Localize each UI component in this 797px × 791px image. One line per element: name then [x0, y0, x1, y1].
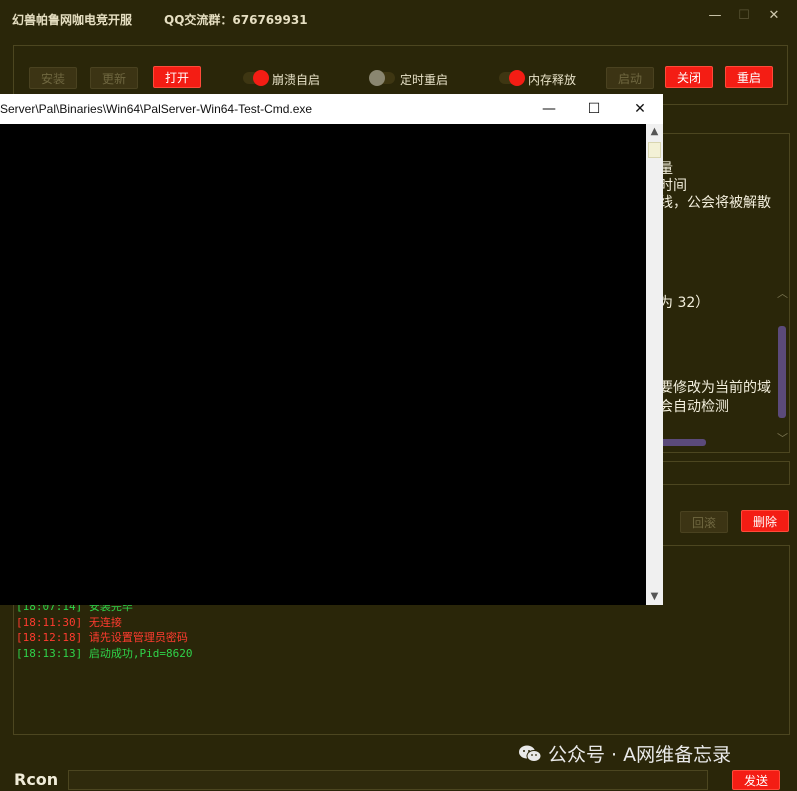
chevron-up-icon[interactable]: ︿ [777, 285, 788, 301]
close-window-button[interactable]: ✕ [767, 9, 781, 23]
log-time: [18:11:30] [16, 616, 83, 629]
rollback-button[interactable]: 回滚 [680, 511, 728, 533]
open-button[interactable]: 打开 [153, 66, 201, 88]
text-area-hscrollbar[interactable] [660, 439, 706, 446]
log-line: [18:12:18] 请先设置管理员密码 [16, 629, 188, 645]
watermark-text: 公众号 · A网维备忘录 [548, 744, 732, 766]
update-button[interactable]: 更新 [90, 67, 138, 89]
rcon-input[interactable] [68, 770, 708, 790]
text-line: 线，公会将被解散 [659, 195, 771, 211]
text-line: 要修改为当前的域 [659, 380, 771, 396]
app-title: 幻兽帕鲁网咖电竞开服 [12, 13, 133, 27]
qq-group-label: QQ交流群：676769931 [164, 13, 308, 27]
log-text: 启动成功,Pid=8620 [88, 647, 193, 660]
toggle-knob [509, 70, 525, 86]
log-time: [18:12:18] [16, 631, 83, 644]
start-button[interactable]: 启动 [606, 67, 654, 89]
console-scroll-thumb[interactable] [648, 142, 661, 158]
log-time: [18:13:13] [16, 647, 83, 660]
console-close-button[interactable]: ✕ [625, 98, 655, 120]
console-scrollbar[interactable]: ▲ ▼ [646, 124, 663, 605]
install-button[interactable]: 安装 [29, 67, 77, 89]
console-minimize-button[interactable]: — [534, 98, 564, 120]
close-server-button[interactable]: 关闭 [665, 66, 713, 88]
crash-restart-label: 崩溃自启 [272, 73, 321, 87]
text-line: 会自动检测 [659, 399, 729, 415]
console-window[interactable]: Server\Pal\Binaries\Win64\PalServer-Win6… [0, 94, 663, 605]
maximize-button[interactable]: ☐ [737, 9, 751, 23]
settings-text-area[interactable]: 量 时间 线，公会将被解散 为 32） 要修改为当前的域 会自动检测 [645, 133, 790, 453]
timed-restart-toggle[interactable] [369, 70, 395, 86]
console-output[interactable] [0, 124, 646, 605]
log-text: 无连接 [88, 616, 122, 629]
console-title-bar[interactable]: Server\Pal\Binaries\Win64\PalServer-Win6… [0, 94, 663, 124]
text-line: 为 32） [659, 295, 710, 311]
toggle-knob [253, 70, 269, 86]
console-maximize-button[interactable]: ☐ [579, 98, 609, 120]
chevron-down-icon[interactable]: ﹀ [777, 430, 788, 446]
timed-restart-label: 定时重启 [400, 73, 449, 87]
watermark: 公众号 · A网维备忘录 [518, 740, 731, 767]
log-line: [18:13:13] 启动成功,Pid=8620 [16, 645, 192, 661]
text-area-scrollbar[interactable] [778, 326, 786, 418]
crash-restart-toggle[interactable] [243, 70, 269, 86]
restart-button[interactable]: 重启 [725, 66, 773, 88]
console-title: Server\Pal\Binaries\Win64\PalServer-Win6… [0, 102, 313, 116]
toggle-knob [369, 70, 385, 86]
rcon-label: Rcon [14, 770, 59, 789]
log-text: 请先设置管理员密码 [88, 631, 188, 644]
memory-release-label: 内存释放 [528, 73, 577, 87]
config-input[interactable] [650, 461, 790, 485]
log-line: [18:11:30] 无连接 [16, 614, 122, 630]
send-button[interactable]: 发送 [732, 770, 780, 790]
minimize-button[interactable]: — [708, 9, 722, 23]
wechat-icon [518, 745, 542, 763]
delete-button[interactable]: 删除 [741, 510, 789, 532]
scroll-up-icon[interactable]: ▲ [646, 124, 663, 140]
scroll-down-icon[interactable]: ▼ [646, 589, 663, 605]
memory-release-toggle[interactable] [499, 70, 525, 86]
